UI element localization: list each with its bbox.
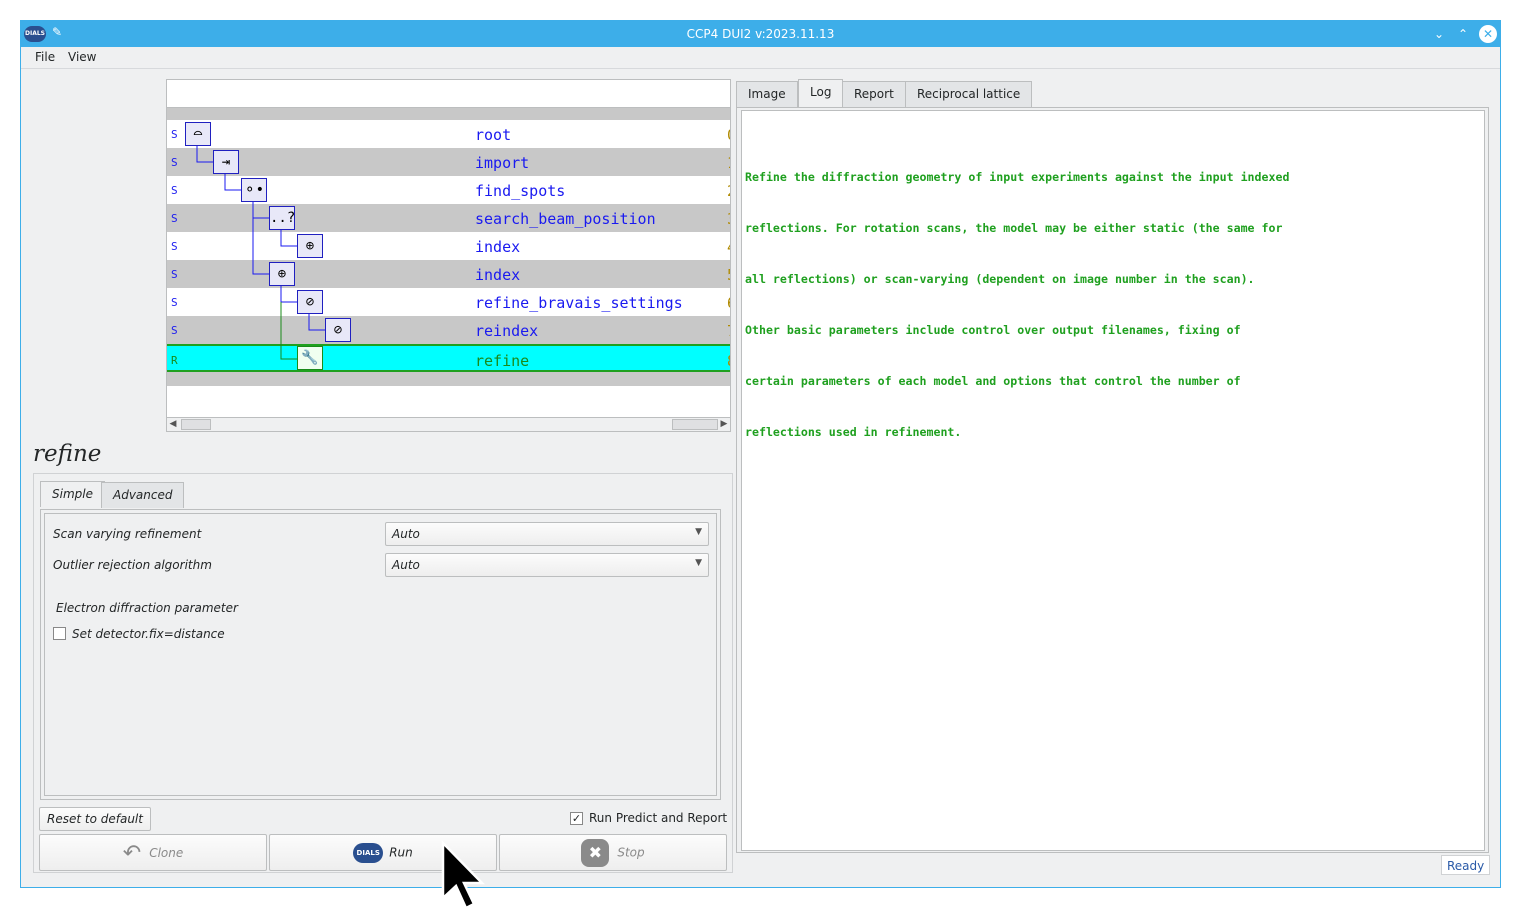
detector-fix-label: Set detector.fix=distance [72,627,225,641]
log-line: certain parameters of each model and opt… [745,374,1241,388]
simple-tab-body: Scan varying refinement Auto ▼ Outlier r… [40,509,721,800]
stop-button[interactable]: ✖ Stop [499,834,727,871]
scan-varying-label: Scan varying refinement [53,527,202,541]
close-icon[interactable]: ✕ [1479,25,1497,43]
electron-diffraction-label: Electron diffraction parameter [56,601,238,615]
history-tree[interactable]: S ⌓ root 0 S ⇥ import 1 S ⚬• find_spots … [166,79,731,432]
scan-varying-value: Auto [392,527,420,541]
detector-fix-checkbox[interactable] [53,627,66,640]
menu-view[interactable]: View [68,50,96,64]
tree-footer [167,372,730,386]
step-parameters-panel: Simple Advanced Scan varying refinement … [33,473,733,873]
run-predict-label: Run Predict and Report [589,811,728,825]
run-predict-checkbox[interactable]: ✓ [570,812,583,825]
outlier-value: Auto [392,558,420,572]
scroll-right-icon[interactable]: ▶ [718,418,730,431]
clone-button[interactable]: ↶ Clone [39,834,267,871]
log-line: Other basic parameters include control o… [745,323,1241,337]
outlier-select[interactable]: Auto ▼ [385,553,709,577]
outlier-label: Outlier rejection algorithm [53,558,212,572]
tab-simple[interactable]: Simple [40,481,105,507]
menu-file[interactable]: File [35,50,55,64]
tab-report[interactable]: Report [842,81,906,107]
scroll-thumb[interactable] [181,419,211,430]
clone-arrow-icon: ↶ [122,841,142,866]
log-panel: Refine the diffraction geometry of input… [736,107,1489,853]
log-line: Refine the diffraction geometry of input… [745,170,1290,184]
scan-varying-select[interactable]: Auto ▼ [385,522,709,546]
log-text-area[interactable]: Refine the diffraction geometry of input… [741,110,1485,851]
window-title: CCP4 DUI2 v:2023.11.13 [686,27,835,41]
tab-reciprocal-lattice[interactable]: Reciprocal lattice [905,81,1033,107]
scroll-left-icon[interactable]: ◀ [167,418,179,431]
tree-horizontal-scrollbar[interactable]: ◀ ▶ [167,417,730,431]
menu-bar: File View [21,47,1500,69]
stop-icon: ✖ [581,839,610,867]
maximize-icon[interactable]: ⌃ [1453,24,1473,44]
mouse-cursor-icon [441,840,485,910]
params-frame: Scan varying refinement Auto ▼ Outlier r… [44,513,717,796]
log-line: all reflections) or scan-varying (depend… [745,272,1255,286]
tab-advanced[interactable]: Advanced [101,482,185,508]
clone-label: Clone [149,846,184,860]
log-line: reflections used in refinement. [745,425,962,439]
status-indicator: Ready [1441,855,1491,875]
tree-connectors [196,146,325,360]
tab-log[interactable]: Log [798,79,844,107]
scroll-track-end [672,419,718,430]
stop-label: Stop [617,845,645,860]
log-line: reflections. For rotation scans, the mod… [745,221,1283,235]
log-text: Refine the diffraction geometry of input… [745,135,1289,475]
tab-image[interactable]: Image [736,81,798,107]
minimize-icon[interactable]: ⌄ [1429,24,1449,44]
main-window: DIALS ✎ CCP4 DUI2 v:2023.11.13 ⌄ ⌃ ✕ Fil… [20,20,1501,888]
step-title: refine [33,441,102,467]
chevron-down-icon: ▼ [695,527,702,537]
run-label: Run [389,845,413,860]
dials-run-icon: DIALS [353,843,384,863]
title-bar: DIALS ✎ CCP4 DUI2 v:2023.11.13 ⌄ ⌃ ✕ [21,21,1500,47]
chevron-down-icon: ▼ [695,558,702,568]
reset-to-default-button[interactable]: Reset to default [39,807,151,831]
